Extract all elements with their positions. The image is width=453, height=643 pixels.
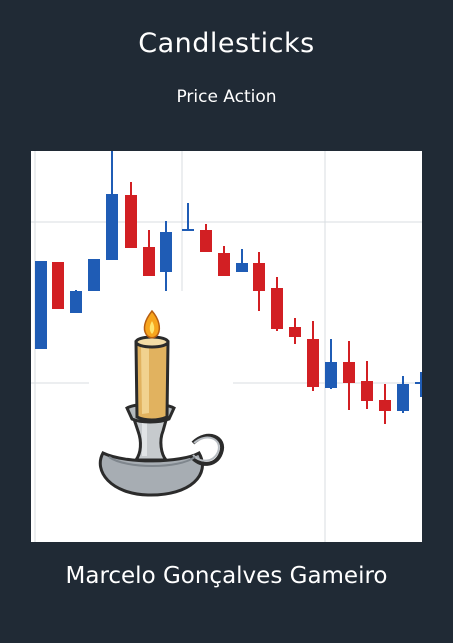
candle-body [289, 327, 301, 337]
cover-illustration [31, 151, 422, 542]
book-title: Candlesticks [138, 28, 315, 59]
book-author: Marcelo Gonçalves Gameiro [65, 563, 388, 589]
candle-body [200, 230, 212, 252]
candlestick-chart-illustration [31, 151, 422, 542]
candle-body [325, 362, 337, 388]
candle-body [379, 400, 391, 411]
candle-body [397, 384, 409, 411]
candle-body [236, 263, 248, 272]
candle-body [125, 195, 137, 248]
candle-body [415, 382, 422, 384]
book-cover: Candlesticks Price Action Marcelo Gonçal… [0, 0, 453, 643]
candle-body [343, 362, 355, 383]
book-subtitle: Price Action [176, 87, 277, 107]
candle-body [182, 229, 194, 231]
candle-body [253, 263, 265, 291]
candle-body [52, 262, 64, 309]
candle-body [143, 247, 155, 276]
candle-body [218, 253, 230, 276]
candle-body [88, 259, 100, 291]
candle-body [361, 381, 373, 401]
candle-body [307, 339, 319, 387]
candle-icon [89, 291, 233, 542]
candle-body [271, 288, 283, 329]
candle-body [70, 291, 82, 313]
candle-body [106, 194, 118, 260]
candle-body [35, 261, 47, 349]
candle-body [160, 232, 172, 272]
